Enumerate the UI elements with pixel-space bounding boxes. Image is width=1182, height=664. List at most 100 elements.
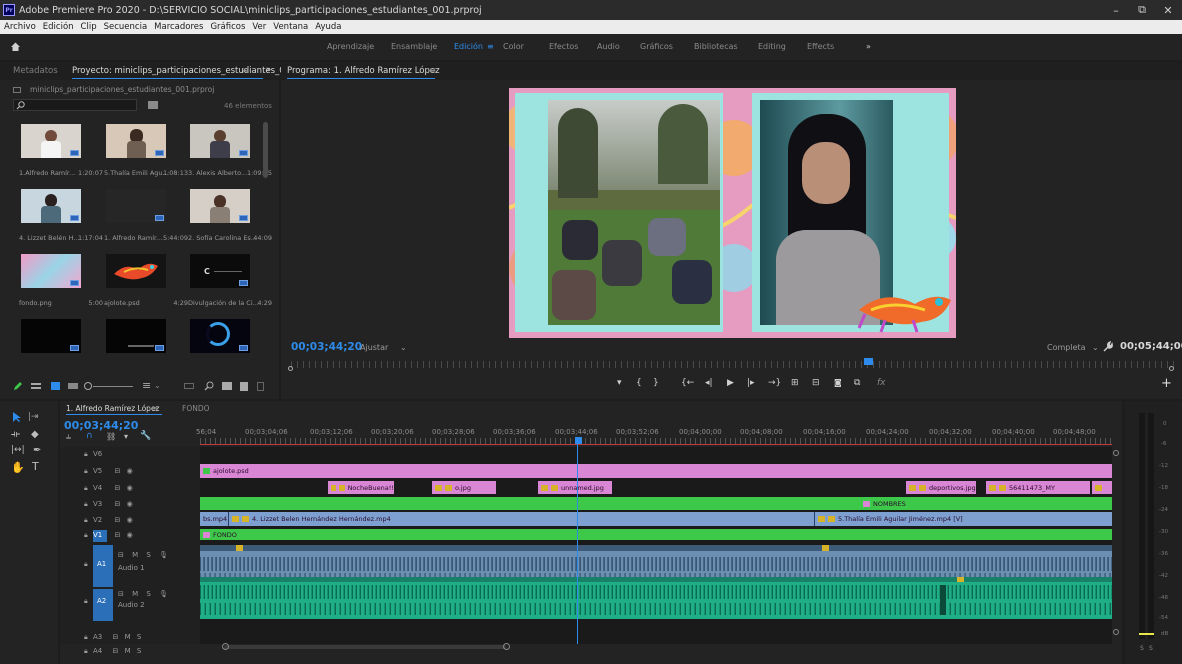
pen-tool-icon[interactable]: ✒ [33, 445, 41, 456]
sync-lock-icon[interactable]: ⊟ [114, 467, 120, 475]
timeline-settings-icon[interactable]: 🔧 [140, 431, 151, 441]
lock-icon[interactable]: 🔒︎ [84, 484, 88, 492]
snap-icon[interactable]: ∩ [86, 431, 93, 441]
minimize-button[interactable]: – [1103, 0, 1129, 20]
workspace-audio[interactable]: Audio [597, 42, 620, 51]
workspace-efectos[interactable]: Efectos [549, 42, 578, 51]
mark-out-button[interactable]: } [653, 378, 659, 388]
workspace-effects[interactable]: Effects [807, 42, 834, 51]
extract-button[interactable]: ⊟ [812, 378, 820, 388]
lock-icon[interactable]: 🔒︎ [84, 500, 88, 508]
fx-button[interactable]: fx [877, 378, 886, 388]
audio-clip-a2[interactable] [200, 577, 1112, 619]
project-item-thumb[interactable] [106, 189, 166, 223]
program-current-timecode[interactable]: 00;03;44;20 [291, 341, 362, 353]
mic-icon[interactable]: 🎙︎ [159, 590, 168, 598]
new-item-icon[interactable] [240, 382, 248, 391]
menu-clip[interactable]: Clip [81, 22, 97, 32]
program-monitor-tab[interactable]: Programa: 1. Alfredo Ramírez López [287, 66, 440, 76]
lock-icon[interactable]: 🔒︎ [84, 450, 88, 458]
eye-icon[interactable]: ◉ [127, 467, 133, 475]
step-forward-button[interactable]: |▸ [747, 378, 755, 388]
clip-image-end[interactable] [1092, 481, 1112, 494]
lock-icon[interactable]: 🔒︎ [84, 531, 88, 539]
lock-icon[interactable]: 🔒︎ [84, 647, 88, 655]
project-item-thumb[interactable] [190, 319, 250, 353]
timeline-current-timecode[interactable]: 00;03;44;20 [64, 419, 138, 432]
menu-ventana[interactable]: Ventana [273, 22, 308, 32]
project-item-thumb[interactable] [190, 189, 250, 223]
pencil-icon[interactable] [13, 381, 23, 391]
new-search-bin-icon[interactable] [148, 101, 158, 109]
timeline-tab[interactable]: 1. Alfredo Ramírez López [66, 404, 160, 413]
menu-archivo[interactable]: Archivo [4, 22, 36, 32]
menu-ver[interactable]: Ver [252, 22, 266, 32]
menu-marcadores[interactable]: Marcadores [154, 22, 203, 32]
workspace-aprendizaje[interactable]: Aprendizaje [327, 42, 374, 51]
sort-dropdown-icon[interactable]: ⌄ [154, 381, 161, 390]
sync-lock-icon[interactable]: ⊟ [112, 633, 118, 641]
close-button[interactable]: ✕ [1155, 0, 1181, 20]
quality-dropdown[interactable]: Completa [1047, 343, 1086, 352]
track-target-a2[interactable] [93, 589, 113, 621]
panel-menu-icon[interactable]: ≡ [242, 66, 249, 76]
lock-icon[interactable]: 🔒︎ [84, 633, 88, 641]
solo-button[interactable]: S [146, 590, 150, 598]
eye-icon[interactable]: ◉ [127, 484, 133, 492]
project-scrollbar[interactable] [263, 122, 268, 178]
mic-icon[interactable]: 🎙︎ [159, 551, 168, 559]
clip-nombres[interactable]: NOMBRES [200, 497, 1112, 510]
timeline-horizontal-scrollbar[interactable] [224, 645, 506, 649]
lock-icon[interactable]: 🔒︎ [84, 467, 88, 475]
linked-selection-icon[interactable]: ⛓ [106, 432, 116, 441]
project-item-thumb[interactable] [106, 319, 166, 353]
zoom-slider-handle[interactable] [84, 382, 92, 390]
menu-secuencia[interactable]: Secuencia [104, 22, 148, 32]
list-view-icon[interactable] [31, 383, 41, 389]
zoom-slider[interactable] [93, 386, 133, 387]
program-zoom-handle-right[interactable] [1169, 366, 1174, 371]
timeline-zoom-handle-right[interactable] [503, 643, 510, 650]
clip-deportivos-jpg[interactable]: deportivos.jpg [906, 481, 976, 494]
clip-o-jpg[interactable]: o.jpg [432, 481, 496, 494]
insert-sequence-icon[interactable]: ⫨ [66, 432, 71, 442]
program-playhead[interactable] [864, 358, 873, 365]
timeline-tab-fondo[interactable]: FONDO [182, 404, 210, 413]
workspace-editing[interactable]: Editing [758, 42, 786, 51]
workspace-graficos[interactable]: Gráficos [640, 42, 673, 51]
eye-icon[interactable]: ◉ [127, 516, 133, 524]
icon-view-icon[interactable] [51, 382, 60, 390]
eye-icon[interactable]: ◉ [127, 531, 133, 539]
sync-lock-icon[interactable]: ⊟ [118, 590, 124, 598]
sync-lock-icon[interactable]: ⊟ [114, 516, 120, 524]
fit-dropdown[interactable]: Ajustar [360, 343, 388, 352]
sync-lock-icon[interactable]: ⊟ [114, 500, 120, 508]
add-marker-button[interactable]: ▾ [617, 378, 622, 388]
clip-56411473[interactable]: 56411473_MY [986, 481, 1090, 494]
program-time-ruler[interactable] [291, 361, 1177, 368]
clip-thalia[interactable]: 5.Thalía Emili Aguilar Jiménez.mp4 [V] [814, 512, 1112, 526]
add-button[interactable]: + [1161, 376, 1172, 391]
workspace-menu-icon[interactable]: ≡ [487, 42, 494, 51]
export-frame-button[interactable]: ◙ [834, 378, 842, 387]
mute-button[interactable]: M [132, 590, 138, 598]
hand-tool-icon[interactable]: ✋ [11, 461, 25, 474]
solo-right-button[interactable]: S [1149, 645, 1153, 652]
freeform-view-icon[interactable] [68, 383, 78, 389]
project-item-thumb[interactable] [190, 124, 250, 158]
ripple-edit-tool-icon[interactable]: ⟛ [11, 429, 20, 440]
go-to-in-button[interactable]: {← [681, 378, 694, 388]
project-item-thumb[interactable] [106, 254, 166, 288]
program-zoom-handle-left[interactable] [288, 366, 293, 371]
solo-button[interactable]: S [146, 551, 150, 559]
automate-sequence-icon[interactable] [184, 383, 194, 389]
sync-lock-icon[interactable]: ⊟ [114, 484, 120, 492]
lock-icon[interactable]: 🔒︎ [84, 560, 88, 569]
lift-button[interactable]: ⊞ [791, 378, 799, 388]
project-item-thumb[interactable] [21, 254, 81, 288]
sync-lock-icon[interactable]: ⊟ [112, 647, 118, 655]
sync-lock-icon[interactable]: ⊟ [118, 551, 124, 559]
solo-button[interactable]: S [137, 647, 141, 655]
project-item-thumb[interactable] [21, 124, 81, 158]
mark-in-button[interactable]: { [636, 378, 642, 388]
